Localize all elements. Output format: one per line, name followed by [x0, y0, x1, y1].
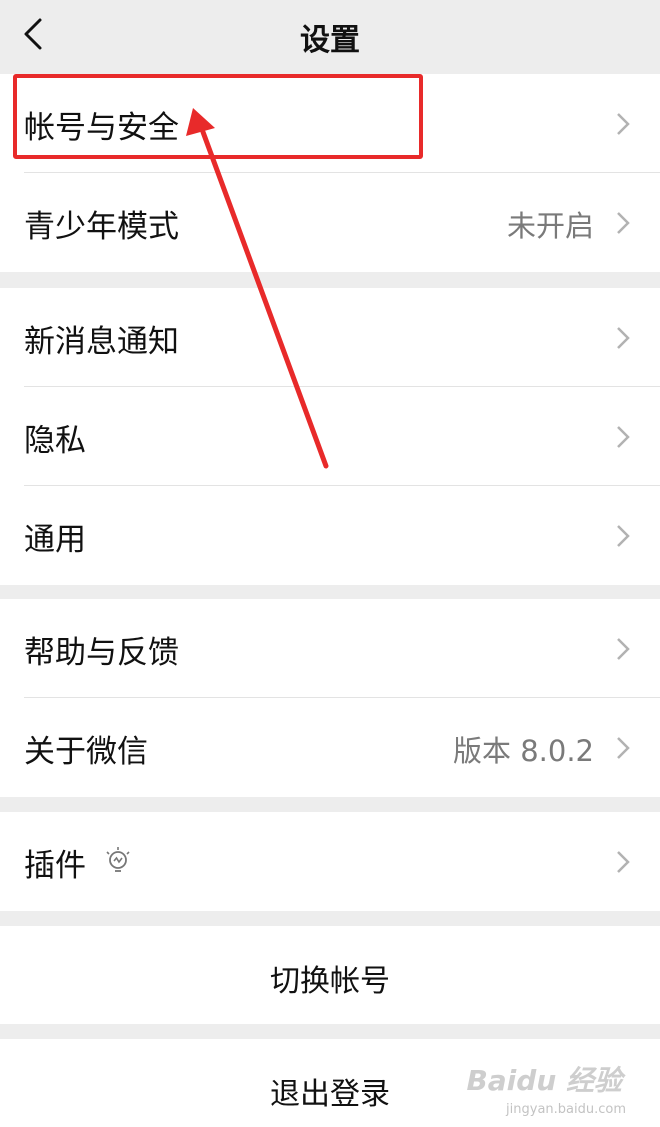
settings-item-label: 帮助与反馈	[24, 635, 179, 671]
settings-item-label: 关于微信	[24, 734, 148, 770]
watermark-logo: Baidu 经验	[466, 1064, 622, 1097]
settings-item-teen-mode[interactable]: 青少年模式 未开启	[0, 173, 660, 272]
settings-item-privacy[interactable]: 隐私	[0, 387, 660, 486]
settings-item-help-feedback[interactable]: 帮助与反馈	[0, 599, 660, 698]
chevron-right-icon	[617, 638, 630, 660]
switch-account-button[interactable]: 切换帐号	[0, 926, 660, 1024]
settings-item-label: 通用	[24, 522, 86, 558]
highlight-box	[13, 74, 423, 159]
watermark-url: jingyan.baidu.com	[506, 1102, 626, 1117]
chevron-right-icon	[617, 212, 630, 234]
chevron-right-icon	[617, 737, 630, 759]
settings-group-plugins: 插件	[0, 812, 660, 911]
chevron-right-icon	[617, 327, 630, 349]
chevron-right-icon	[617, 113, 630, 135]
switch-account-label: 切换帐号	[270, 964, 390, 999]
settings-item-general[interactable]: 通用	[0, 486, 660, 585]
chevron-right-icon	[617, 525, 630, 547]
settings-item-label: 青少年模式	[24, 209, 179, 245]
chevron-right-icon	[617, 426, 630, 448]
version-text: 版本 8.0.2	[452, 734, 594, 768]
settings-item-label: 新消息通知	[24, 324, 179, 360]
settings-group-about: 帮助与反馈 关于微信 版本 8.0.2	[0, 599, 660, 797]
settings-item-label: 隐私	[24, 423, 86, 459]
settings-group-general: 新消息通知 隐私 通用	[0, 288, 660, 585]
teen-mode-status: 未开启	[506, 209, 594, 243]
settings-item-notifications[interactable]: 新消息通知	[0, 288, 660, 387]
settings-item-about-wechat[interactable]: 关于微信 版本 8.0.2	[0, 698, 660, 797]
page-title: 设置	[300, 23, 360, 58]
nav-bar: 设置	[0, 0, 660, 72]
settings-item-label: 插件	[24, 848, 86, 884]
lightbulb-icon	[106, 847, 130, 872]
settings-item-plugins[interactable]: 插件	[0, 812, 660, 911]
chevron-right-icon	[617, 851, 630, 873]
